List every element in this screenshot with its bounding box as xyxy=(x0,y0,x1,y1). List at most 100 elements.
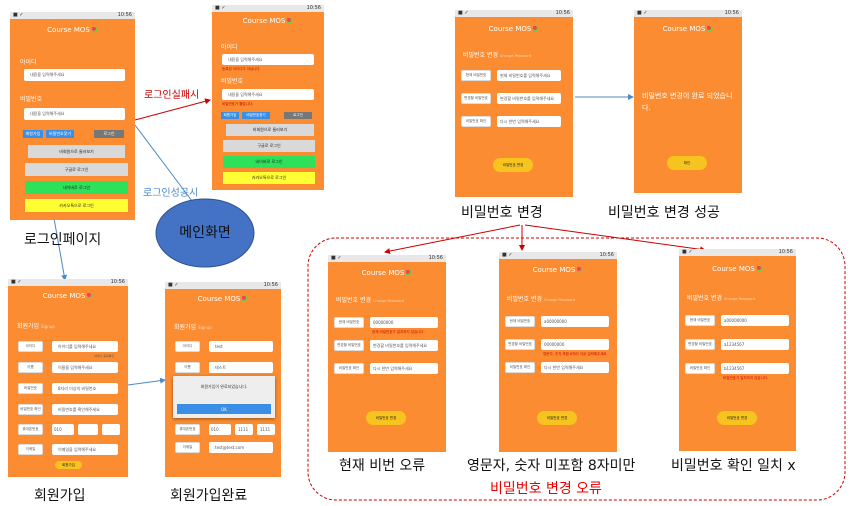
pw-input[interactable]: 내용을 입력해주세요 xyxy=(24,108,125,120)
new-pw-input[interactable]: a1234567 xyxy=(721,339,789,350)
phone-prefix-select[interactable]: 010 xyxy=(209,424,231,435)
caption-err3: 비밀번호 확인 일치 x xyxy=(671,458,796,474)
app-logo: Course MOS xyxy=(679,265,796,273)
phone-mid-input[interactable]: 1111 xyxy=(235,424,253,435)
confirm-pw-input[interactable]: 다시 한번 입력해주세요 xyxy=(497,116,561,127)
signup-submit-button[interactable]: 회원가입 xyxy=(55,461,82,469)
confirm-pw-input[interactable]: 다시 한번 입력해주세요 xyxy=(541,362,609,373)
cur-pw-tag: 현재 비밀번호 xyxy=(505,316,535,327)
new-pw-input[interactable]: 00000000 xyxy=(541,339,609,350)
phone-last-input[interactable] xyxy=(102,424,120,435)
arrow-login-fail xyxy=(134,98,211,121)
login-button[interactable]: 로그인 xyxy=(94,130,124,138)
note-login-success: 로그인성공시 xyxy=(143,188,199,199)
naver-login-button[interactable]: 네이버로 로그인 xyxy=(223,156,315,168)
confirm-pw-input[interactable]: 다시 한번 입력해주세요 xyxy=(370,363,438,374)
phone-tag: 휴대폰번호 xyxy=(18,424,43,435)
guest-button[interactable]: 비회원으로 둘러보기 xyxy=(226,124,314,136)
arrow-signup-done xyxy=(127,377,166,386)
status-bar: ■ ✓ 10:56 xyxy=(165,282,281,289)
new-pw-tag: 변경할 비밀번호 xyxy=(334,340,364,351)
signup-title: 회원가입 Signup xyxy=(174,324,212,331)
dialog-ok-button[interactable]: OK xyxy=(177,404,271,414)
pw-tag: 비밀번호 xyxy=(18,383,43,394)
kakao-login-button[interactable]: 카카오톡으로 로그인 xyxy=(25,199,128,212)
cur-pw-input[interactable]: 00000000 xyxy=(370,317,438,328)
pw-success-screen: ■ ✓ 10:56 Course MOS 비밀번호 변경이 완료 되었습니다. 확… xyxy=(634,10,742,193)
google-login-button[interactable]: 구글로 로그인 xyxy=(25,163,128,176)
kakao-login-button[interactable]: 카카오톡으로 로그인 xyxy=(223,172,315,184)
pw-input[interactable]: 내용을 입력해주세요 xyxy=(222,89,314,100)
id-tag: 아이디 xyxy=(175,341,200,352)
caption-signup-done: 회원가입완료 xyxy=(170,488,248,504)
signup-done-screen: ■ ✓ 10:56 Course MOS 회원가입 Signup 아이디 test… xyxy=(165,282,281,477)
pw-change-title: 비밀번호 변경 Change Password xyxy=(687,295,755,302)
cur-pw-input[interactable]: a00000000 xyxy=(541,316,609,327)
email-input[interactable]: 이메일을 입력해주세요 xyxy=(52,444,118,455)
status-bar: ■ ✓ 10:56 xyxy=(8,279,128,286)
pw-confirm-tag: 비밀번호 확인 xyxy=(18,404,43,415)
id-input[interactable]: 아이디를 입력해주세요 xyxy=(52,341,118,352)
signup-button[interactable]: 회원가입 xyxy=(221,112,239,119)
status-bar: ■ ✓ 10:56 xyxy=(328,255,446,262)
new-pw-input[interactable]: 변경할 비밀번호를 입력해주세요 xyxy=(497,93,561,104)
caption-pw-change: 비밀번호 변경 xyxy=(461,205,543,221)
app-logo: Course MOS xyxy=(328,269,446,277)
pw-label: 비밀번호 xyxy=(20,96,43,103)
login-button[interactable]: 로그인 xyxy=(284,112,312,119)
cur-pw-tag: 현재 비밀번호 xyxy=(334,317,364,328)
guest-button[interactable]: 비회원으로 둘러보기 xyxy=(28,145,125,158)
app-logo: Course MOS xyxy=(165,295,281,303)
dup-check-link[interactable]: 아이디 중복확인 xyxy=(94,354,114,358)
phone-last-input[interactable]: 1111 xyxy=(257,424,275,435)
caption-signup: 회원가입 xyxy=(34,488,86,504)
phone-mid-input[interactable] xyxy=(78,424,98,435)
phone-tag: 휴대폰번호 xyxy=(175,424,200,435)
find-pw-button[interactable]: 비밀번호찾기 xyxy=(242,112,270,119)
name-input[interactable]: 테스트 xyxy=(209,362,273,373)
pw-confirm-input[interactable]: 비밀번호를 확인해주세요 xyxy=(52,404,118,415)
pw-input[interactable]: 8자리 이상의 비밀번호 xyxy=(52,383,118,394)
pw-success-confirm-button[interactable]: 확인 xyxy=(667,156,707,170)
email-tag: 이메일 xyxy=(175,442,200,453)
email-input[interactable]: test@test.com xyxy=(209,442,273,453)
phone-prefix-select[interactable]: 010 xyxy=(52,424,74,435)
main-screen-label: 메인화면 xyxy=(179,225,231,241)
confirm-pw-tag: 비밀번호 확인 xyxy=(505,362,535,373)
confirm-pw-input[interactable]: b1234567 xyxy=(721,363,789,374)
new-pw-tag: 변경할 비밀번호 xyxy=(505,339,535,350)
id-input[interactable]: 내용을 입력해주세요 xyxy=(222,54,314,65)
pw-success-message: 비밀번호 변경이 완료 되었습니다. xyxy=(642,92,733,112)
status-bar: ■ ✓ 10:56 xyxy=(499,252,617,259)
name-input[interactable]: 이름을 입력해주세요 xyxy=(52,362,118,373)
pw-change-submit-button[interactable]: 비밀번호 변경 xyxy=(537,411,577,425)
cur-pw-input[interactable]: 현재 비밀번호를 입력해주세요 xyxy=(497,70,561,81)
new-pw-input[interactable]: 변경할 비밀번호를 입력해주세요 xyxy=(370,340,438,351)
id-input[interactable]: test xyxy=(209,341,273,352)
dialog-message: 회원가입이 완료되었습니다. xyxy=(200,384,248,389)
app-logo: Course MOS xyxy=(455,25,573,33)
id-input[interactable]: 내용을 입력해주세요 xyxy=(24,69,125,81)
pw-label: 비밀번호 xyxy=(221,78,244,85)
caption-error-group: 비밀번호 변경 오류 xyxy=(490,481,602,497)
pw-change-submit-button[interactable]: 비밀번호 변경 xyxy=(717,411,757,425)
new-pw-tag: 변경할 비밀번호 xyxy=(461,93,491,104)
confirm-pw-tag: 비밀번호 확인 xyxy=(461,116,491,127)
cur-pw-input[interactable]: a00000000 xyxy=(721,315,789,326)
new-pw-tag: 변경할 비밀번호 xyxy=(685,339,715,350)
new-pw-error: 영문자, 숫자 포함 8자리 이상 입력해주세요 xyxy=(543,352,607,356)
pw-change-submit-button[interactable]: 비밀번호 변경 xyxy=(493,158,533,172)
signup-complete-dialog: 회원가입이 완료되었습니다. OK xyxy=(173,376,275,418)
pw-change-screen: ■ ✓ 10:56 Course MOS 비밀번호 변경 Change Passw… xyxy=(455,10,573,197)
pw-change-title: 비밀번호 변경 Change Password xyxy=(336,297,404,304)
signup-button[interactable]: 회원가입 xyxy=(23,130,43,138)
google-login-button[interactable]: 구글로 로그인 xyxy=(223,140,315,152)
naver-login-button[interactable]: 네이버로 로그인 xyxy=(25,181,128,194)
pw-error1-screen: ■ ✓ 10:56 Course MOS 비밀번호 변경 Change Passw… xyxy=(328,255,446,452)
status-bar: ■ ✓ 10:56 xyxy=(212,5,324,12)
login-screen: ■ ✓ 10:56 Course MOS 아이디 내용을 입력해주세요 비밀번호 … xyxy=(10,12,135,220)
signup-screen: ■ ✓ 10:56 Course MOS 회원가입 Signup 아이디 아이디를… xyxy=(8,279,128,477)
pw-change-submit-button[interactable]: 비밀번호 변경 xyxy=(366,411,406,425)
caption-login: 로그인페이지 xyxy=(24,232,102,248)
find-pw-button[interactable]: 비밀번호찾기 xyxy=(46,130,74,138)
